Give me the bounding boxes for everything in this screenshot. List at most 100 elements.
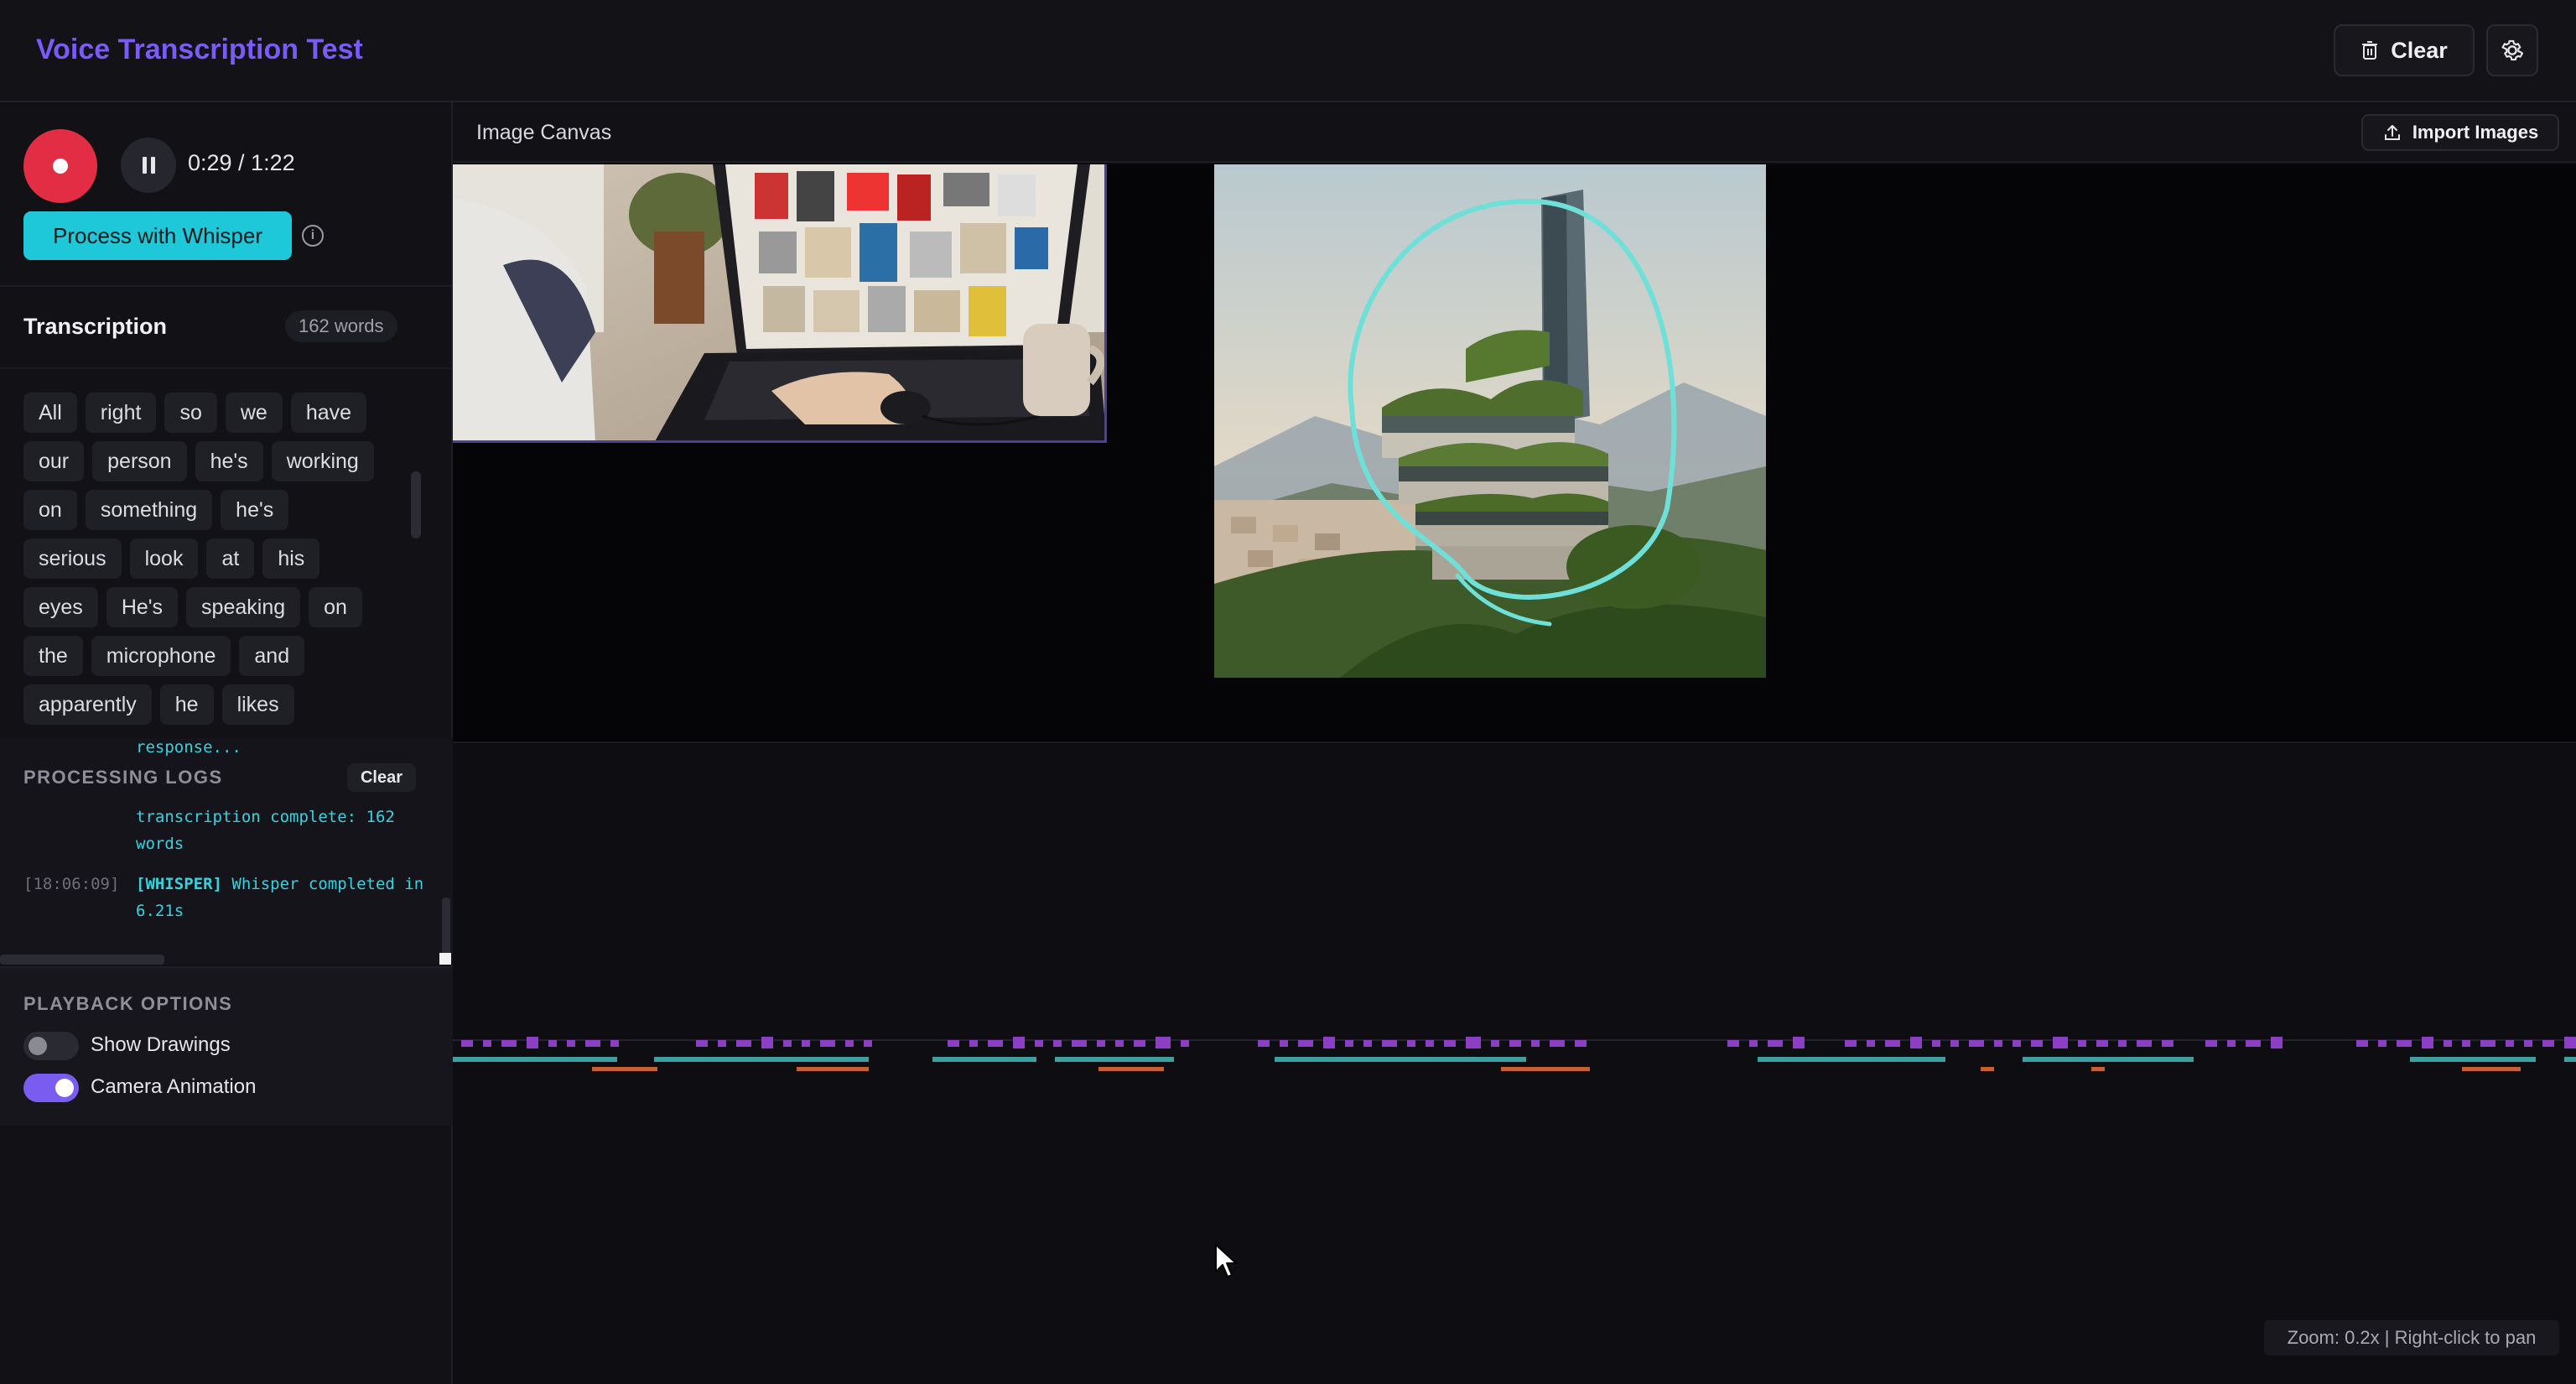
timeline-word-marker[interactable] [501,1040,517,1047]
timeline-word-marker[interactable] [1885,1040,1900,1047]
clear-button[interactable]: Clear [2334,24,2475,76]
timeline-word-marker[interactable] [1156,1037,1171,1048]
canvas-image-tower[interactable] [1214,164,1766,678]
import-images-button[interactable]: Import Images [2361,114,2559,151]
logs-clear-button[interactable]: Clear [347,763,416,792]
word-chip[interactable]: on [309,587,362,627]
timeline-drawing-segment[interactable] [1098,1067,1164,1071]
timeline-word-marker[interactable] [969,1040,978,1047]
timeline-word-marker[interactable] [2480,1040,2496,1047]
timeline-word-marker[interactable] [2564,1037,2576,1048]
timeline-word-marker[interactable] [1969,1040,1984,1047]
timeline-word-marker[interactable] [1466,1037,1481,1048]
timeline-word-marker[interactable] [2462,1040,2470,1047]
timeline-word-marker[interactable] [1727,1040,1739,1047]
timeline-word-marker[interactable] [1932,1040,1940,1047]
timeline-word-marker[interactable] [527,1037,538,1048]
camera-animation-toggle[interactable] [23,1074,79,1102]
timeline-word-marker[interactable] [1053,1040,1062,1047]
logs-horizontal-scrollbar[interactable] [0,955,164,965]
timeline-segment[interactable] [453,1057,617,1062]
word-chip[interactable]: on [23,490,77,530]
timeline-word-marker[interactable] [1910,1037,1922,1048]
timeline-word-marker[interactable] [1072,1040,1087,1047]
timeline-word-marker[interactable] [1181,1040,1189,1047]
timeline-word-marker[interactable] [2227,1040,2236,1047]
settings-button[interactable] [2486,24,2538,76]
timeline-word-marker[interactable] [2118,1040,2127,1047]
timeline-word-marker[interactable] [1793,1037,1805,1048]
timeline-segment[interactable] [1758,1057,1945,1062]
timeline-word-marker[interactable] [736,1040,751,1047]
word-chip[interactable]: we [225,393,283,433]
timeline-word-marker[interactable] [864,1040,872,1047]
timeline-word-marker[interactable] [1258,1040,1270,1047]
word-chip[interactable]: so [164,393,217,433]
timeline-word-marker[interactable] [2356,1040,2368,1047]
record-button[interactable] [23,129,97,203]
timeline-word-marker[interactable] [948,1040,959,1047]
timeline-word-marker[interactable] [988,1040,1003,1047]
timeline-word-marker[interactable] [2271,1037,2283,1048]
logs-vertical-scrollbar[interactable] [442,898,450,956]
timeline-word-marker[interactable] [1115,1040,1124,1047]
timeline-word-marker[interactable] [845,1040,854,1047]
timeline-segment[interactable] [2564,1057,2576,1062]
timeline-drawing-segment[interactable] [2462,1067,2521,1071]
timeline-word-marker[interactable] [1035,1040,1043,1047]
timeline-word-marker[interactable] [718,1040,726,1047]
timeline-word-marker[interactable] [2137,1040,2152,1047]
word-chip[interactable]: working [271,441,374,481]
timeline-word-marker[interactable] [567,1040,575,1047]
timeline-word-marker[interactable] [1950,1040,1959,1047]
timeline-word-marker[interactable] [1550,1040,1565,1047]
word-chip[interactable]: look [129,539,199,579]
word-chip[interactable]: right [85,393,157,433]
word-chip[interactable]: he's [221,490,289,530]
timeline-drawing-segment[interactable] [1981,1067,1994,1071]
timeline-word-marker[interactable] [1575,1040,1587,1047]
timeline-word-marker[interactable] [1280,1040,1288,1047]
word-chip[interactable]: our [23,441,85,481]
timeline-segment[interactable] [654,1057,869,1062]
timeline-word-marker[interactable] [2542,1040,2554,1047]
timeline-word-marker[interactable] [1867,1040,1875,1047]
timeline[interactable]: Zoom: 0.2x | Right-click to pan [453,743,2576,1384]
timeline-word-marker[interactable] [548,1040,557,1047]
timeline-word-marker[interactable] [1491,1040,1499,1047]
timeline-word-marker[interactable] [1845,1040,1857,1047]
timeline-word-marker[interactable] [2078,1040,2086,1047]
timeline-word-marker[interactable] [483,1040,491,1047]
word-chip[interactable]: at [206,539,255,579]
logs-resize-handle[interactable] [439,953,451,965]
timeline-segment[interactable] [932,1057,1036,1062]
timeline-word-marker[interactable] [2205,1040,2217,1047]
show-drawings-toggle[interactable] [23,1032,79,1060]
word-chip[interactable]: likes [221,684,294,725]
timeline-word-marker[interactable] [610,1040,619,1047]
word-chip[interactable]: the [23,636,83,676]
word-chip[interactable]: speaking [186,587,301,627]
timeline-word-marker[interactable] [2444,1040,2452,1047]
timeline-word-marker[interactable] [2397,1040,2412,1047]
word-chip[interactable]: he's [195,441,263,481]
timeline-word-marker[interactable] [2012,1040,2021,1047]
timeline-word-marker[interactable] [2096,1040,2108,1047]
timeline-word-marker[interactable] [1994,1040,2002,1047]
word-chip[interactable]: he [159,684,214,725]
timeline-word-marker[interactable] [1323,1037,1335,1048]
timeline-drawing-segment[interactable] [797,1067,869,1071]
timeline-word-marker[interactable] [1407,1040,1415,1047]
timeline-word-marker[interactable] [1013,1037,1025,1048]
timeline-word-marker[interactable] [1426,1040,1434,1047]
info-icon[interactable]: i [302,225,324,247]
word-chip[interactable]: his [262,539,320,579]
timeline-word-marker[interactable] [1382,1040,1397,1047]
word-chip[interactable]: He's [106,587,179,627]
process-whisper-button[interactable]: Process with Whisper [23,211,292,260]
timeline-word-marker[interactable] [2053,1037,2068,1048]
timeline-word-marker[interactable] [1134,1040,1145,1047]
word-chip[interactable]: apparently [23,684,152,725]
timeline-word-marker[interactable] [1768,1040,1783,1047]
timeline-word-marker[interactable] [1531,1040,1540,1047]
